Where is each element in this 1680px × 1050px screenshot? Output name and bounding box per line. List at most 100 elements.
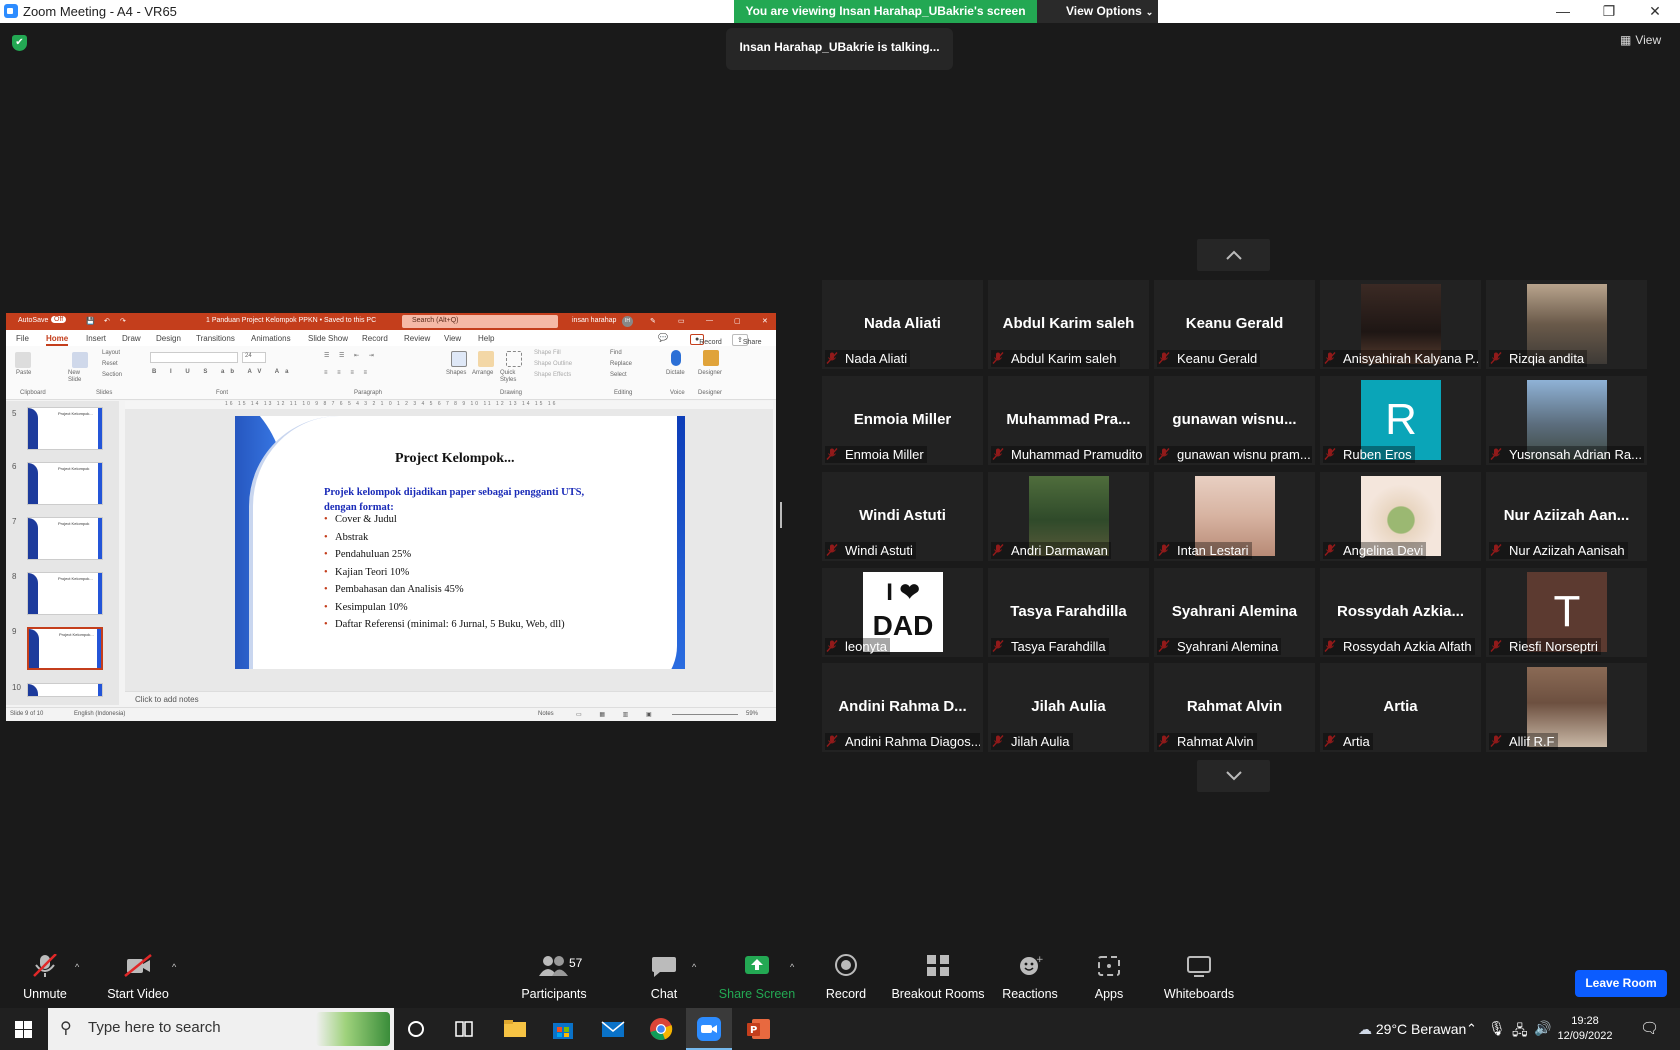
microphone-tray-icon[interactable]: 🎙	[1488, 1020, 1506, 1037]
pen-icon[interactable]: ✎	[650, 317, 656, 325]
close-button[interactable]: ✕	[1632, 1, 1678, 23]
arrange-icon[interactable]	[478, 351, 494, 367]
taskbar-search-box[interactable]: ⚲ Type here to search	[48, 1008, 394, 1050]
microsoft-store-icon[interactable]	[550, 1016, 576, 1042]
comments-icon[interactable]: 💬	[658, 333, 668, 342]
new-slide-label[interactable]: New Slide	[68, 370, 92, 384]
undo-icon[interactable]: ↶	[104, 317, 110, 325]
current-slide[interactable]: Project Kelompok... Projek kelompok dija…	[235, 416, 685, 669]
paste-icon[interactable]	[15, 352, 31, 368]
view-options-button[interactable]: View Options ⌄	[1037, 0, 1158, 23]
ppt-minimize-icon[interactable]: —	[706, 317, 713, 324]
participant-tile[interactable]: Enmoia Miller Enmoia Miller	[822, 376, 983, 465]
notifications-icon[interactable]: 🗨	[1640, 1019, 1659, 1037]
find-label[interactable]: Find	[610, 350, 622, 356]
slide-thumbnail[interactable]: Project Kelompok...	[27, 572, 103, 615]
participant-tile[interactable]: Nada Aliati Nada Aliati	[822, 280, 983, 369]
tab-draw[interactable]: Draw	[122, 334, 141, 343]
section-label[interactable]: Section	[102, 372, 122, 378]
participant-tile[interactable]: Tasya Farahdilla Tasya Farahdilla	[988, 568, 1149, 657]
participant-tile[interactable]: Andini Rahma D... Andini Rahma Diagos...	[822, 663, 983, 752]
tab-slide-show[interactable]: Slide Show	[308, 334, 348, 343]
user-avatar[interactable]: IH	[622, 316, 633, 327]
slide-thumbnail[interactable]	[27, 683, 103, 697]
dictate-label[interactable]: Dictate	[666, 370, 685, 376]
select-label[interactable]: Select	[610, 372, 627, 378]
paste-label[interactable]: Paste	[16, 370, 31, 376]
participant-tile[interactable]: Artia Artia	[1320, 663, 1481, 752]
file-explorer-icon[interactable]	[502, 1016, 528, 1042]
gallery-next-button[interactable]	[1197, 760, 1270, 792]
mail-icon[interactable]	[600, 1016, 626, 1042]
restore-button[interactable]: ❐	[1586, 1, 1632, 23]
video-options-caret[interactable]: ^	[172, 942, 182, 1008]
chrome-icon[interactable]	[648, 1016, 674, 1042]
view-mode-icons[interactable]: ▭ ▦ ▥ ▣	[576, 711, 660, 718]
participant-tile[interactable]: Rahmat Alvin Rahmat Alvin	[1154, 663, 1315, 752]
ppt-record-button[interactable]: ● Record	[690, 334, 722, 346]
shape-outline-label[interactable]: Shape Outline	[534, 361, 572, 367]
taskbar-active-app[interactable]	[686, 1008, 732, 1050]
participant-tile[interactable]: Anisyahirah Kalyana P...	[1320, 280, 1481, 369]
minimize-button[interactable]: —	[1540, 1, 1586, 23]
font-name-box[interactable]	[150, 352, 238, 363]
windows-start-icon[interactable]	[15, 1021, 32, 1038]
tab-insert[interactable]: Insert	[86, 334, 106, 343]
slide-thumbnails[interactable]: 5 Project Kelompok... 6 Project Kelompok…	[6, 401, 119, 705]
split-drag-handle[interactable]	[780, 502, 782, 528]
tab-record[interactable]: Record	[362, 334, 388, 343]
participant-tile[interactable]: Yusronsah Adrian Ra...	[1486, 376, 1647, 465]
participant-tile[interactable]: Rossydah Azkia... Rossydah Azkia Alfath	[1320, 568, 1481, 657]
participant-tile[interactable]: Keanu Gerald Keanu Gerald	[1154, 280, 1315, 369]
tab-view[interactable]: View	[444, 334, 461, 343]
encryption-shield-icon[interactable]: ✔	[12, 35, 27, 51]
tab-review[interactable]: Review	[404, 334, 430, 343]
ppt-share-button[interactable]: ⇪ Share	[732, 334, 762, 346]
participant-tile[interactable]: Nur Aziizah Aan... Nur Aziizah Aanisah	[1486, 472, 1647, 561]
tab-transitions[interactable]: Transitions	[196, 334, 235, 343]
microphone-icon[interactable]	[671, 350, 681, 366]
font-format-buttons[interactable]: B I U S ab AV Aa	[152, 369, 294, 375]
tab-animations[interactable]: Animations	[251, 334, 291, 343]
leave-room-button[interactable]: Leave Room	[1575, 970, 1667, 997]
shape-fill-label[interactable]: Shape Fill	[534, 350, 561, 356]
participant-tile[interactable]: Allif R.F	[1486, 663, 1647, 752]
reset-label[interactable]: Reset	[102, 361, 118, 367]
weather-widget[interactable]: ☁ 29°C Berawan	[1358, 1021, 1466, 1038]
shapes-label[interactable]: Shapes	[446, 370, 466, 376]
participant-tile[interactable]: Rizqia andita	[1486, 280, 1647, 369]
layout-label[interactable]: Layout	[102, 350, 120, 356]
slide-editor[interactable]: 16 15 14 13 12 11 10 9 8 7 6 5 4 3 2 1 0…	[125, 401, 773, 705]
whiteboards-button[interactable]: Whiteboards	[1144, 942, 1254, 1008]
arrange-label[interactable]: Arrange	[472, 370, 493, 376]
shape-effects-label[interactable]: Shape Effects	[534, 372, 571, 378]
designer-icon[interactable]	[703, 350, 719, 366]
cortana-icon[interactable]	[403, 1016, 429, 1042]
paragraph-buttons[interactable]: ☰ ☰ ⇤ ⇥	[324, 352, 378, 359]
gallery-prev-button[interactable]	[1197, 239, 1270, 271]
ribbon-display-icon[interactable]: ▭	[678, 317, 685, 325]
slide-thumbnail[interactable]: Project Kelompok	[27, 517, 103, 560]
participant-tile[interactable]: Windi Astuti Windi Astuti	[822, 472, 983, 561]
ppt-search-box[interactable]: Search (Alt+Q)	[402, 315, 558, 328]
system-tray-chevron-icon[interactable]: ⌃	[1466, 1021, 1477, 1037]
save-icon[interactable]: 💾	[86, 317, 95, 325]
autosave-toggle[interactable]: Off	[51, 316, 67, 323]
network-icon[interactable]: 🖧	[1512, 1020, 1528, 1044]
redo-icon[interactable]: ↷	[120, 317, 126, 325]
replace-label[interactable]: Replace	[610, 361, 632, 367]
zoom-slider[interactable]	[672, 714, 738, 715]
participant-tile[interactable]: Intan Lestari	[1154, 472, 1315, 561]
shapes-icon[interactable]	[451, 351, 467, 367]
align-buttons[interactable]: ≡ ≡ ≡ ≡	[324, 370, 371, 376]
tab-file[interactable]: File	[16, 334, 29, 343]
volume-icon[interactable]: 🔊	[1534, 1020, 1551, 1037]
zoom-level[interactable]: 59%	[746, 711, 758, 717]
view-layout-button[interactable]: ▦ View	[1620, 33, 1661, 47]
powerpoint-icon[interactable]: P	[746, 1016, 772, 1042]
slide-thumbnail[interactable]: Project Kelompok...	[27, 407, 103, 450]
quick-styles-label[interactable]: Quick Styles	[500, 370, 522, 384]
participant-tile[interactable]: I ❤ DAD leonyta	[822, 568, 983, 657]
participant-tile[interactable]: Syahrani Alemina Syahrani Alemina	[1154, 568, 1315, 657]
participant-tile[interactable]: gunawan wisnu... gunawan wisnu pram...	[1154, 376, 1315, 465]
